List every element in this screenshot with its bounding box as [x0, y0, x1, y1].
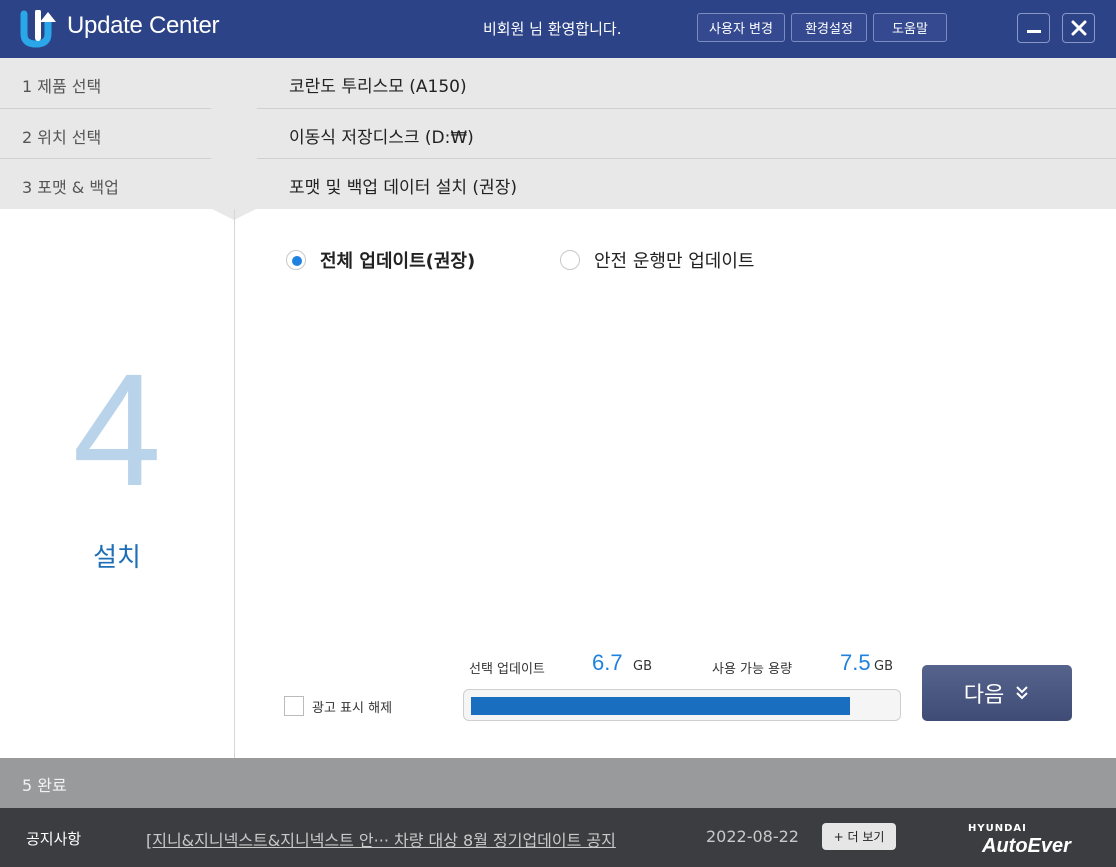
step-row-complete: 5 완료	[0, 758, 1116, 808]
next-button-label: 다음	[963, 683, 1005, 708]
selected-update-unit: GB	[633, 659, 652, 674]
storage-usage-bar	[463, 689, 901, 721]
safety-update-label: 안전 운행만 업데이트	[594, 251, 755, 272]
panel-divider	[234, 209, 235, 765]
notice-link[interactable]: [지니&지니넥스트&지니넥스트 안··· 차량 대상 8월 정기업데이트 공지	[146, 827, 616, 851]
selected-update-label: 선택 업데이트	[469, 662, 545, 677]
current-step-number: 4	[72, 340, 162, 519]
checkbox-icon[interactable]	[284, 696, 304, 716]
notice-date: 2022-08-22	[706, 827, 799, 846]
more-notices-button[interactable]: + 더 보기	[822, 823, 896, 850]
available-space-label: 사용 가능 용량	[712, 662, 793, 677]
selected-update-size: 6.7	[592, 650, 623, 675]
brand-logo: AutoEver	[982, 835, 1071, 857]
storage-usage-fill	[471, 697, 850, 715]
available-space-size: 7.5	[840, 650, 871, 675]
ad-disable-checkbox[interactable]: 광고 표시 해제	[284, 696, 392, 716]
brand-logo-top: HYUNDAI	[968, 823, 1027, 834]
safety-update-option[interactable]: 안전 운행만 업데이트	[560, 247, 754, 273]
radio-selected-icon[interactable]	[286, 250, 306, 270]
double-chevron-down-icon	[1016, 686, 1028, 700]
full-update-label: 전체 업데이트(권장)	[320, 251, 476, 272]
available-space-unit: GB	[874, 659, 893, 674]
full-update-option[interactable]: 전체 업데이트(권장)	[286, 247, 475, 273]
footer-notice-bar: 공지사항 [지니&지니넥스트&지니넥스트 안··· 차량 대상 8월 정기업데이…	[0, 808, 1116, 867]
ad-disable-label: 광고 표시 해제	[312, 700, 393, 716]
notice-label: 공지사항	[26, 830, 82, 848]
current-step-label: 설치	[93, 543, 141, 573]
radio-unselected-icon[interactable]	[560, 250, 580, 270]
step-label: 5 완료	[22, 776, 67, 795]
next-button[interactable]: 다음	[922, 665, 1072, 721]
